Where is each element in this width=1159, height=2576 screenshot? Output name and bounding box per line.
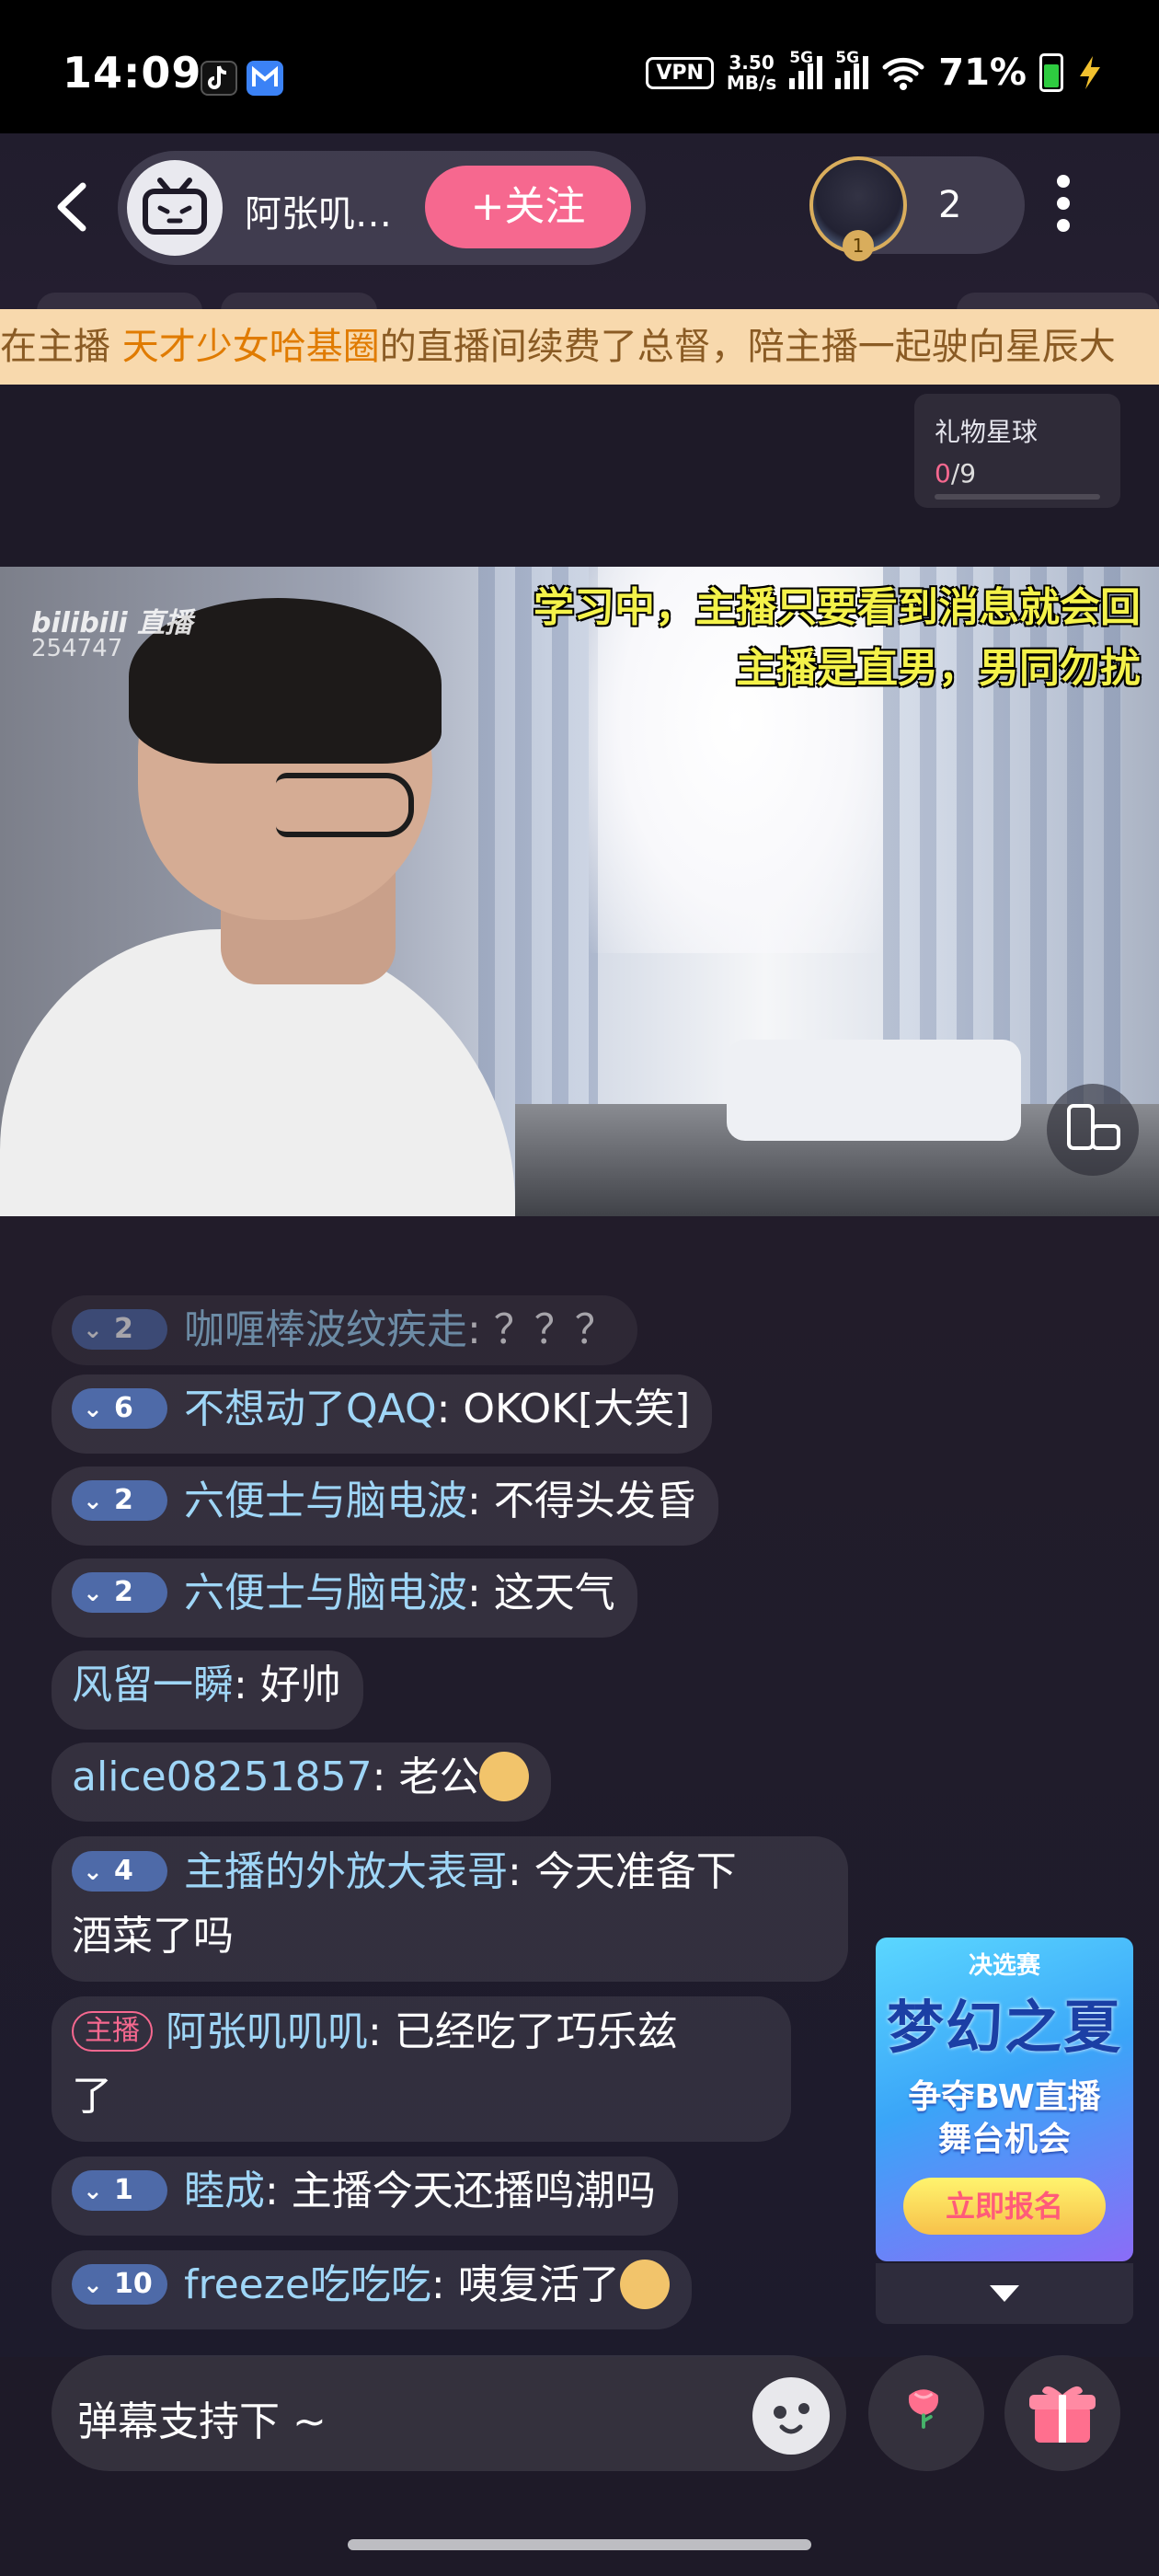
chat-username[interactable]: freeze吃吃吃	[184, 2261, 431, 2308]
gift-planet-progress-bar	[935, 494, 1100, 500]
danmaku-placeholder: 弹幕支持下 ~	[77, 2398, 327, 2445]
marquee-username[interactable]: 天才少女哈基圈	[122, 326, 380, 368]
stream-overlay-line-1: 学习中，主播只要看到消息就会回	[534, 584, 1141, 631]
emoji-face-icon	[774, 2403, 809, 2434]
chat-username[interactable]: 阿张叽叽叽	[166, 2008, 368, 2055]
desk-object	[727, 1040, 1021, 1141]
chat-message[interactable]: ⌄ 2 六便士与脑电波: 这天气	[52, 1558, 637, 1638]
promo-tag: 决选赛	[968, 1952, 1040, 1980]
chat-message[interactable]: ⌄ 10 freeze吃吃吃: 咦复活了	[52, 2250, 692, 2329]
gift-planet-widget[interactable]: 礼物星球 0/9	[914, 394, 1120, 508]
chat-username[interactable]: 六便士与脑电波	[184, 1570, 467, 1616]
host-tag: 主播	[72, 2011, 153, 2052]
signal-icon: 5G	[789, 49, 823, 89]
chat-text: : 已经吃了巧乐兹	[368, 2008, 678, 2055]
chat-username[interactable]: alice08251857	[72, 1754, 373, 1800]
chat-text: : 这天气	[467, 1570, 615, 1616]
promo-title: 梦幻之夏	[886, 1994, 1122, 2061]
rank-badge: 1	[843, 230, 874, 261]
chat-username[interactable]: 六便士与脑电波	[184, 1478, 467, 1524]
back-arrow-icon	[57, 182, 86, 232]
doge-emoji-icon	[619, 2260, 670, 2309]
fan-level-badge: ⌄ 10	[72, 2264, 167, 2305]
fan-level-badge: ⌄ 2	[72, 1572, 167, 1613]
home-indicator[interactable]	[348, 2539, 811, 2550]
chat-username[interactable]: 睦成	[184, 2168, 265, 2214]
streamer-glasses	[276, 773, 414, 837]
mail-icon	[247, 61, 283, 96]
viewer-count: 2	[938, 184, 962, 226]
doge-emoji-icon	[479, 1752, 530, 1801]
chat-text: : 主播今天还播鸣潮吗	[265, 2168, 656, 2214]
tiktok-icon	[201, 61, 237, 96]
more-options-button[interactable]	[1047, 175, 1080, 239]
chat-text: : 好帅	[234, 1662, 341, 1708]
promo-banner[interactable]: 决选赛 梦幻之夏 争夺BW直播 舞台机会 立即报名	[876, 1938, 1133, 2261]
vpn-indicator: VPN	[646, 56, 714, 89]
fan-level-badge: ⌄ 2	[72, 1480, 167, 1521]
announcement-marquee[interactable]: 在主播 天才少女哈基圈的直播间续费了总督，陪主播一起驶向星辰大	[0, 309, 1159, 385]
chat-message[interactable]: ⌄ 6 不想动了QAQ: OKOK[大笑]	[52, 1374, 713, 1454]
battery-icon	[1039, 53, 1063, 92]
stream-overlay-line-2: 主播是直男，男同勿扰	[736, 645, 1141, 692]
chat-text: : 不得头发昏	[467, 1478, 696, 1524]
gift-planet-progress: 0/9	[935, 458, 977, 489]
rotate-icon	[1067, 1104, 1120, 1150]
promo-subtitle: 争夺BW直播 舞台机会	[908, 2078, 1101, 2158]
charging-icon	[1080, 56, 1100, 89]
chat-username[interactable]: 不想动了QAQ	[184, 1386, 437, 1432]
gift-planet-title: 礼物星球	[935, 417, 1039, 447]
chat-message[interactable]: alice08251857: 老公	[52, 1742, 552, 1822]
gift-icon	[1029, 2386, 1096, 2443]
bilibili-tv-icon	[143, 178, 207, 235]
chat-text-cont: 酒菜了吗	[72, 1913, 234, 1960]
status-indicators: VPN 3.50 MB/s 5G 5G 71%	[646, 49, 1104, 94]
fan-level-badge: ⌄ 4	[72, 1851, 167, 1892]
fan-level-badge: ⌄ 6	[72, 1388, 167, 1429]
follow-button[interactable]: +关注	[425, 166, 631, 248]
chat-text-cont: 了	[72, 2073, 112, 2120]
chat-text: : OKOK[大笑]	[436, 1386, 691, 1432]
promo-signup-button[interactable]: 立即报名	[903, 2178, 1106, 2235]
rotate-screen-button[interactable]	[1047, 1084, 1139, 1176]
chat-message[interactable]: ⌄ 2 咖喱棒波纹疾走: ？？？	[52, 1295, 637, 1365]
chat-text: : 咦复活了	[430, 2261, 620, 2308]
status-time: 14:09	[63, 48, 202, 98]
anchor-avatar[interactable]	[127, 160, 223, 256]
chat-message[interactable]: ⌄ 1 睦成: 主播今天还播鸣潮吗	[52, 2156, 678, 2236]
chat-username[interactable]: 咖喱棒波纹疾走	[184, 1306, 467, 1353]
chat-message[interactable]: ⌄ 4 主播的外放大表哥: 今天准备下酒菜了吗	[52, 1836, 848, 1982]
chat-text: : ？？？	[467, 1306, 615, 1353]
room-id: 254747	[31, 635, 123, 662]
fan-level-badge: ⌄ 1	[72, 2170, 167, 2211]
anchor-name[interactable]: 阿张叽…	[245, 184, 392, 237]
chat-username[interactable]: 风留一瞬	[72, 1662, 234, 1708]
chat-message[interactable]: 风留一瞬: 好帅	[52, 1650, 363, 1730]
back-button[interactable]	[48, 175, 94, 239]
chat-text: : 老公	[372, 1754, 480, 1800]
rose-icon	[908, 2389, 939, 2429]
chat-message[interactable]: ⌄ 2 六便士与脑电波: 不得头发昏	[52, 1466, 718, 1546]
chat-message[interactable]: 主播 阿张叽叽叽: 已经吃了巧乐兹了	[52, 1996, 791, 2142]
net-speed: 3.50 MB/s	[726, 52, 777, 94]
chevron-down-icon	[990, 2285, 1019, 2302]
promo-collapse-button[interactable]	[876, 2263, 1133, 2324]
emoji-button[interactable]	[752, 2377, 830, 2455]
chat-text: : 今天准备下	[508, 1848, 737, 1895]
fan-level-badge: ⌄ 2	[72, 1309, 167, 1350]
signal-icon-2: 5G	[835, 49, 869, 89]
wifi-icon	[882, 57, 924, 90]
chat-username[interactable]: 主播的外放大表哥	[184, 1848, 508, 1895]
battery-percent: 71%	[938, 52, 1027, 94]
